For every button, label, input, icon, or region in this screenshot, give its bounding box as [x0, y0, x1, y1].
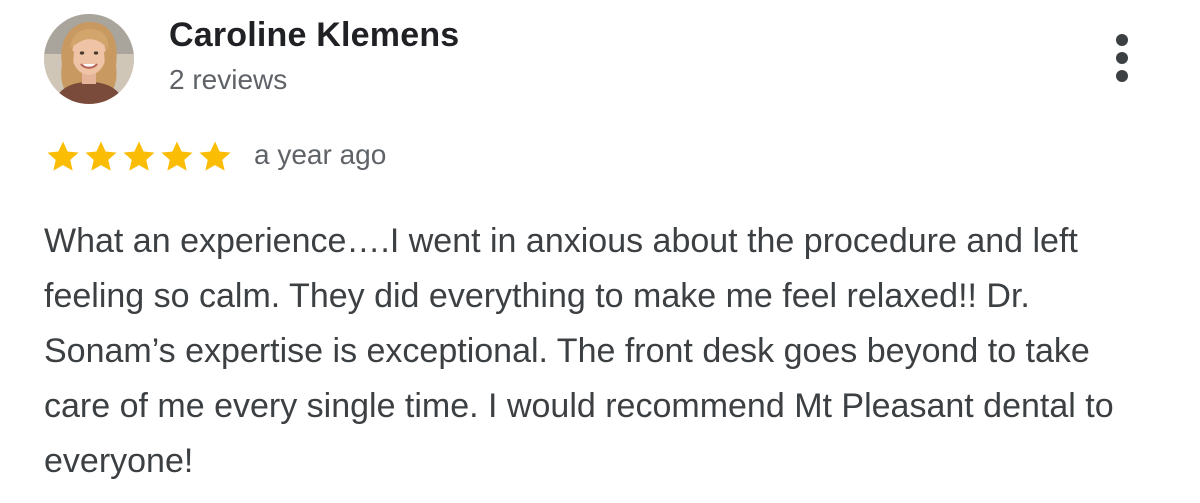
- profile-photo: [44, 14, 134, 104]
- review-date: a year ago: [254, 139, 387, 170]
- more-vert-icon-dot: [1116, 70, 1128, 82]
- avatar[interactable]: [44, 14, 134, 104]
- more-options-button[interactable]: [1104, 30, 1140, 86]
- star-icon: [123, 141, 155, 171]
- star-icon: [199, 141, 231, 171]
- review-card: Caroline Klemens 2 reviews a year ago Wh…: [0, 0, 1200, 503]
- more-vert-icon-dot: [1116, 52, 1128, 64]
- rating-row: a year ago: [44, 137, 386, 177]
- review-text: What an experience….I went in anxious ab…: [44, 222, 1114, 480]
- star-icon: [47, 141, 79, 171]
- more-vert-icon: [1116, 34, 1128, 46]
- star-rating: [44, 138, 234, 176]
- review-count: 2 reviews: [169, 64, 288, 95]
- star-icon: [85, 141, 117, 171]
- star-icon: [161, 141, 193, 171]
- reviewer-name[interactable]: Caroline Klemens: [169, 16, 459, 55]
